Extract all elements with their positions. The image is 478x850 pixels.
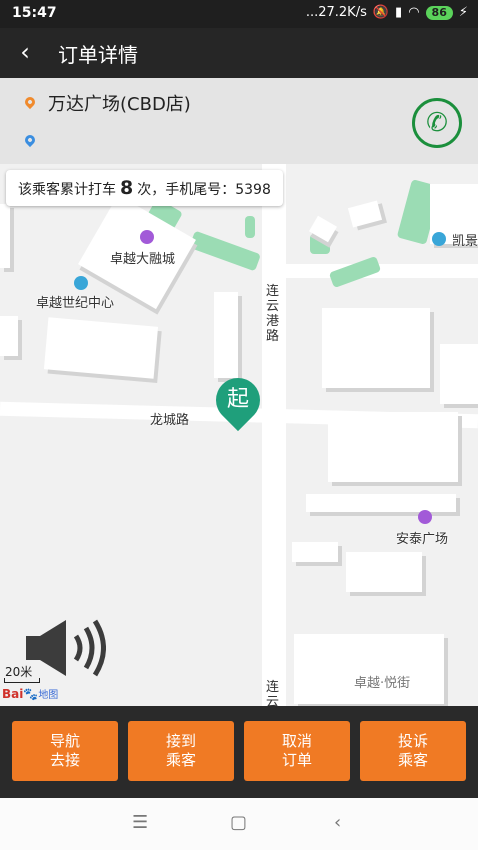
- title-bar: ‹ 订单详情: [0, 28, 478, 78]
- baidu-map-logo: Bai🐾地图: [2, 687, 59, 701]
- network-speed: ...27.2K/s: [305, 5, 367, 20]
- status-bar: 15:47 ...27.2K/s 🔕 ▮ ◠ 86 ⚡: [0, 0, 478, 28]
- logo-text: Bai: [2, 687, 24, 701]
- report-passenger-button[interactable]: 投诉乘客: [360, 721, 466, 781]
- phone-icon[interactable]: ✆: [412, 98, 462, 148]
- road-label: 连云: [266, 680, 280, 706]
- navigate-pickup-button[interactable]: 导航去接: [12, 721, 118, 781]
- poi-label: 安泰广场: [396, 532, 449, 547]
- poi-building-icon: [432, 232, 446, 246]
- logo-subtext: 地图: [38, 690, 59, 701]
- passenger-picked-button[interactable]: 接到乘客: [128, 721, 234, 781]
- battery-level: 86: [425, 5, 453, 20]
- poi-label: 卓越大融城: [110, 252, 176, 267]
- road-label: 龙城路: [150, 413, 190, 428]
- status-right: ...27.2K/s 🔕 ▮ ◠ 86 ⚡: [306, 5, 468, 20]
- back-icon[interactable]: ‹: [334, 812, 341, 833]
- ride-count: 8: [120, 177, 134, 199]
- system-nav-bar: ☰ ▢ ‹: [0, 798, 478, 850]
- poi-label: 卓越世纪中心: [36, 296, 115, 311]
- start-marker-label: 起: [226, 387, 249, 412]
- poi-label: 卓越·悦街: [354, 676, 411, 691]
- origin-address: 万达广场(CBD店): [48, 94, 191, 115]
- passenger-info-bar: 该乘客累计打车 8 次，手机尾号：5398: [6, 170, 283, 206]
- poi-building-icon: [74, 276, 88, 290]
- info-prefix: 该乘客累计打车: [18, 182, 116, 198]
- poi-mall-icon: [418, 510, 432, 524]
- cancel-order-label: 取消订单: [281, 732, 312, 769]
- mute-icon: 🔕: [372, 5, 390, 20]
- chevron-left-icon[interactable]: ‹: [14, 37, 36, 67]
- page-title: 订单详情: [58, 43, 138, 67]
- poi-mall-icon: [140, 230, 154, 244]
- map-scale-bar: [4, 678, 40, 683]
- charging-icon: ⚡: [458, 5, 468, 20]
- signal-icon: ▮: [395, 5, 403, 20]
- passenger-picked-label: 接到乘客: [165, 732, 196, 769]
- menu-icon[interactable]: ☰: [132, 812, 148, 833]
- wifi-icon: ◠: [408, 5, 420, 20]
- home-icon[interactable]: ▢: [230, 812, 247, 833]
- poi-label: 凯景: [452, 234, 478, 249]
- speaker-icon[interactable]: [26, 618, 106, 678]
- navigate-pickup-label: 导航去接: [49, 732, 80, 769]
- status-time: 15:47: [12, 5, 57, 21]
- info-suffix: 次，手机尾号：5398: [137, 182, 271, 198]
- report-passenger-label: 投诉乘客: [397, 732, 428, 769]
- cancel-order-button[interactable]: 取消订单: [244, 721, 350, 781]
- road-label: 连云港路: [266, 284, 280, 344]
